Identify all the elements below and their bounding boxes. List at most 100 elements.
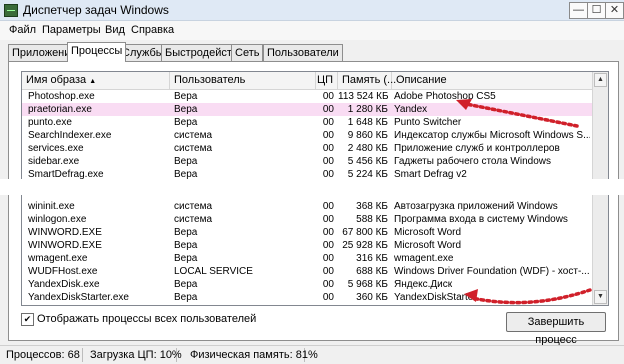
- cell-image-name: WINWORD.EXE: [28, 227, 102, 238]
- cell-memory: 1 648 КБ: [347, 117, 388, 128]
- table-row[interactable]: sidebar.exe Вера 00 5 456 КБ Гаджеты рабочег…: [22, 155, 592, 168]
- cell-image-name: WUDFHost.exe: [28, 266, 98, 277]
- cell-image-name: winlogon.exe: [28, 214, 87, 225]
- menu-view[interactable]: Вид: [105, 24, 125, 36]
- cell-cpu: 00: [322, 130, 334, 141]
- window-title: Диспетчер задач Windows: [23, 3, 169, 17]
- cell-image-name: praetorian.exe: [28, 104, 92, 115]
- cell-cpu: 00: [322, 156, 334, 167]
- cell-user: система: [174, 201, 213, 212]
- column-description[interactable]: Описание: [392, 72, 592, 89]
- cell-memory: 1 280 КБ: [347, 104, 388, 115]
- cell-user: система: [174, 143, 213, 154]
- cell-user: Вера: [174, 279, 198, 290]
- cell-image-name: SearchIndexer.exe: [28, 130, 112, 141]
- show-all-users-label: Отображать процессы всех пользователей: [37, 313, 257, 325]
- cell-user: Вера: [174, 227, 198, 238]
- column-cpu[interactable]: ЦП: [316, 72, 338, 89]
- table-row[interactable]: WUDFHost.exe LOCAL SERVICE 00 688 КБ Windows…: [22, 265, 592, 278]
- cell-image-name: services.exe: [28, 143, 84, 154]
- cell-memory: 25 928 КБ: [342, 240, 388, 251]
- sort-ascending-icon: ▲: [89, 78, 97, 85]
- cell-user: LOCAL SERVICE: [174, 266, 253, 277]
- cell-memory: 688 КБ: [356, 266, 388, 277]
- cell-image-name: YandexDisk.exe: [28, 279, 100, 290]
- cell-description: wmagent.exe: [394, 253, 454, 264]
- cell-image-name: punto.exe: [28, 117, 72, 128]
- cell-cpu: 00: [322, 91, 334, 102]
- close-button[interactable]: ✕: [605, 2, 624, 19]
- cell-memory: 113 524 КБ: [338, 91, 388, 102]
- cell-memory: 588 КБ: [356, 214, 388, 225]
- cell-cpu: 00: [322, 117, 334, 128]
- cell-memory: 2 480 КБ: [347, 143, 388, 154]
- cropped-gap: [0, 179, 624, 195]
- table-row[interactable]: SearchIndexer.exe система 00 9 860 КБ Индекс…: [22, 129, 592, 142]
- cell-cpu: 00: [322, 104, 334, 115]
- cell-memory: 360 КБ: [356, 292, 388, 303]
- cell-description: Microsoft Word: [394, 240, 462, 251]
- cell-image-name: Photoshop.exe: [28, 91, 95, 102]
- table-row[interactable]: services.exe система 00 2 480 КБ Приложение …: [22, 142, 592, 155]
- cell-image-name: YandexDiskStarter.exe: [28, 292, 129, 303]
- cell-memory: 368 КБ: [356, 201, 388, 212]
- column-image-name[interactable]: Имя образа ▲: [22, 72, 170, 89]
- column-user[interactable]: Пользователь: [170, 72, 316, 89]
- cell-memory: 67 800 КБ: [342, 227, 388, 238]
- cell-description: Гаджеты рабочего стола Windows: [394, 156, 551, 167]
- tab-users[interactable]: Пользователи: [263, 44, 343, 61]
- cell-memory: 5 456 КБ: [347, 156, 388, 167]
- table-row[interactable]: winlogon.exe система 00 588 КБ Программа вхо…: [22, 213, 592, 226]
- tab-processes[interactable]: Процессы: [67, 42, 127, 62]
- task-manager-window: Диспетчер задач Windows — ☐ ✕ Файл Парам…: [0, 0, 624, 364]
- status-bar: Процессов: 68 Загрузка ЦП: 10% Физическа…: [0, 345, 624, 364]
- cell-cpu: 00: [322, 201, 334, 212]
- cell-user: Вера: [174, 253, 198, 264]
- task-manager-icon: [4, 4, 18, 17]
- cell-cpu: 00: [322, 253, 334, 264]
- cell-image-name: sidebar.exe: [28, 156, 80, 167]
- cell-cpu: 00: [322, 279, 334, 290]
- table-row[interactable]: WINWORD.EXE Вера 00 67 800 КБ Microsoft Word: [22, 226, 592, 239]
- cell-cpu: 00: [322, 227, 334, 238]
- cell-description: Microsoft Word: [394, 227, 462, 238]
- cell-cpu: 00: [322, 292, 334, 303]
- cell-image-name: wininit.exe: [28, 201, 75, 212]
- menu-help[interactable]: Справка: [131, 24, 174, 36]
- cell-cpu: 00: [322, 143, 334, 154]
- cell-user: Вера: [174, 156, 198, 167]
- annotation-arrow-yandex: [456, 99, 579, 128]
- minimize-button[interactable]: —: [569, 2, 588, 19]
- cell-description: Индексатор службы Microsoft Windows S...: [394, 130, 590, 141]
- cell-cpu: 00: [322, 214, 334, 225]
- table-row[interactable]: WINWORD.EXE Вера 00 25 928 КБ Microsoft Word: [22, 239, 592, 252]
- cell-user: система: [174, 130, 213, 141]
- column-memory[interactable]: Память (...: [338, 72, 396, 89]
- cell-memory: 9 860 КБ: [347, 130, 388, 141]
- cell-description: Windows Driver Foundation (WDF) - хост-.…: [394, 266, 590, 277]
- cell-user: Вера: [174, 117, 198, 128]
- tab-network[interactable]: Сеть: [231, 44, 264, 61]
- cell-user: система: [174, 214, 213, 225]
- status-cpu: Загрузка ЦП: 10%: [86, 348, 182, 362]
- cell-description: Программа входа в систему Windows: [394, 214, 568, 225]
- table-row[interactable]: wmagent.exe Вера 00 316 КБ wmagent.exe: [22, 252, 592, 265]
- cell-cpu: 00: [322, 240, 334, 251]
- cell-memory: 316 КБ: [356, 253, 388, 264]
- maximize-button[interactable]: ☐: [587, 2, 606, 19]
- title-bar: Диспетчер задач Windows — ☐ ✕: [0, 0, 624, 21]
- table-row[interactable]: wininit.exe система 00 368 КБ Автозагрузка п…: [22, 200, 592, 213]
- cell-cpu: 00: [322, 266, 334, 277]
- menu-bar: Файл Параметры Вид Справка: [0, 21, 624, 40]
- cell-user: Вера: [174, 240, 198, 251]
- cell-memory: 5 968 КБ: [347, 279, 388, 290]
- cell-image-name: WINWORD.EXE: [28, 240, 102, 251]
- status-processes: Процессов: 68: [2, 348, 83, 362]
- cell-description: Приложение служб и контроллеров: [394, 143, 560, 154]
- show-all-users-checkbox[interactable]: ✔: [21, 313, 34, 326]
- status-memory: Физическая память: 81%: [186, 348, 318, 362]
- scroll-up-arrow-icon[interactable]: ▲: [594, 73, 607, 87]
- menu-file[interactable]: Файл: [9, 24, 36, 36]
- scroll-down-arrow-icon[interactable]: ▼: [594, 290, 607, 304]
- menu-options[interactable]: Параметры: [42, 24, 101, 36]
